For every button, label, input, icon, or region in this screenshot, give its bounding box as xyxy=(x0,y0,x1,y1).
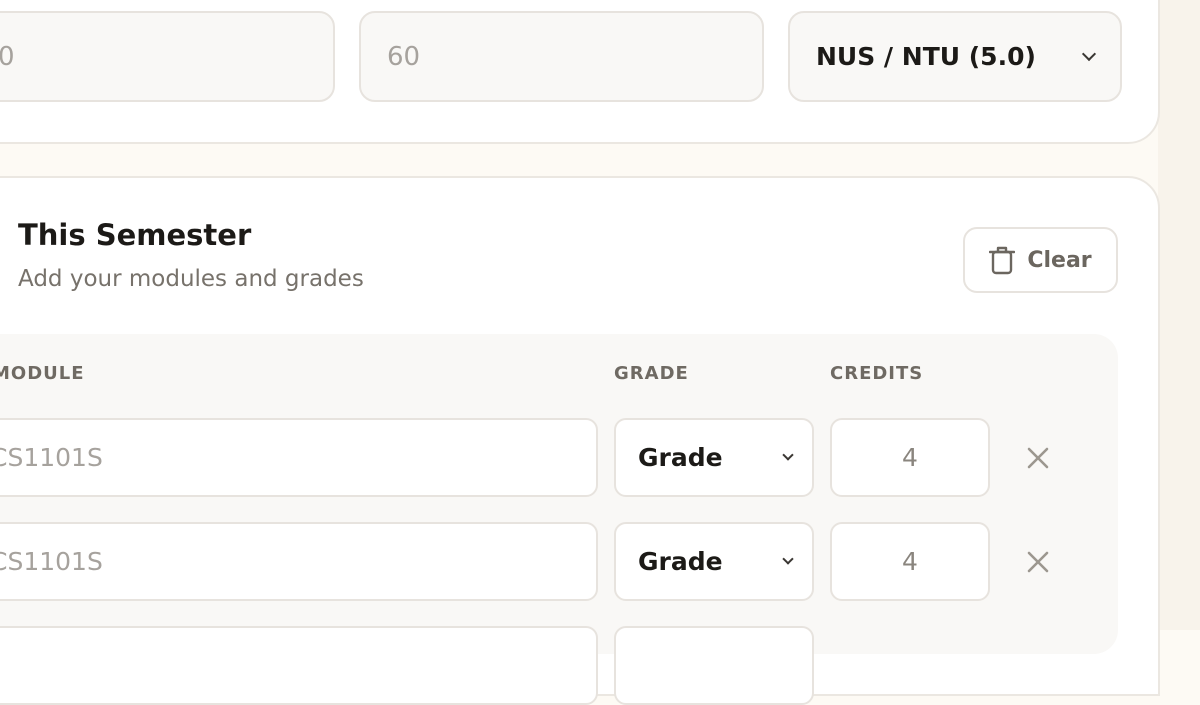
page-background-edge xyxy=(1158,0,1200,630)
target-input-value: 0 xyxy=(0,41,15,72)
credits-input[interactable]: 4 xyxy=(830,418,990,497)
chevron-down-icon xyxy=(782,552,794,565)
module-input-placeholder: CS1101S xyxy=(0,547,103,576)
chevron-down-icon xyxy=(1081,46,1097,61)
module-input[interactable]: CS1101S xyxy=(0,522,598,601)
grade-select[interactable]: Grade xyxy=(614,418,814,497)
grade-select-value: Grade xyxy=(638,443,723,472)
column-header-credits: CREDITS xyxy=(830,363,924,384)
module-input[interactable]: CS1101S xyxy=(0,418,598,497)
grading-scale-select[interactable]: NUS / NTU (5.0) xyxy=(788,11,1122,102)
target-input[interactable]: 0 xyxy=(0,11,335,102)
credits-input-placeholder: 4 xyxy=(902,443,918,472)
trash-icon xyxy=(989,246,1016,275)
grading-scale-value: NUS / NTU (5.0) xyxy=(816,42,1036,71)
grade-select-value: Grade xyxy=(638,547,723,576)
clear-button[interactable]: Clear xyxy=(963,227,1118,293)
clear-button-label: Clear xyxy=(1027,247,1092,273)
close-icon[interactable] xyxy=(1024,548,1052,576)
semester-subtitle: Add your modules and grades xyxy=(18,266,364,292)
credits-input[interactable]: 4 xyxy=(830,522,990,601)
grade-select[interactable]: Grade xyxy=(614,522,814,601)
grade-select[interactable] xyxy=(614,626,814,705)
close-icon[interactable] xyxy=(1024,444,1052,472)
credits-completed-input[interactable]: 60 xyxy=(359,11,764,102)
credits-completed-value: 60 xyxy=(387,41,421,72)
semester-title: This Semester xyxy=(18,218,252,252)
chevron-down-icon xyxy=(782,448,794,461)
credits-input-placeholder: 4 xyxy=(902,547,918,576)
column-header-module: MODULE xyxy=(0,363,85,384)
module-input[interactable] xyxy=(0,626,598,705)
column-header-grade: GRADE xyxy=(614,363,689,384)
module-input-placeholder: CS1101S xyxy=(0,443,103,472)
